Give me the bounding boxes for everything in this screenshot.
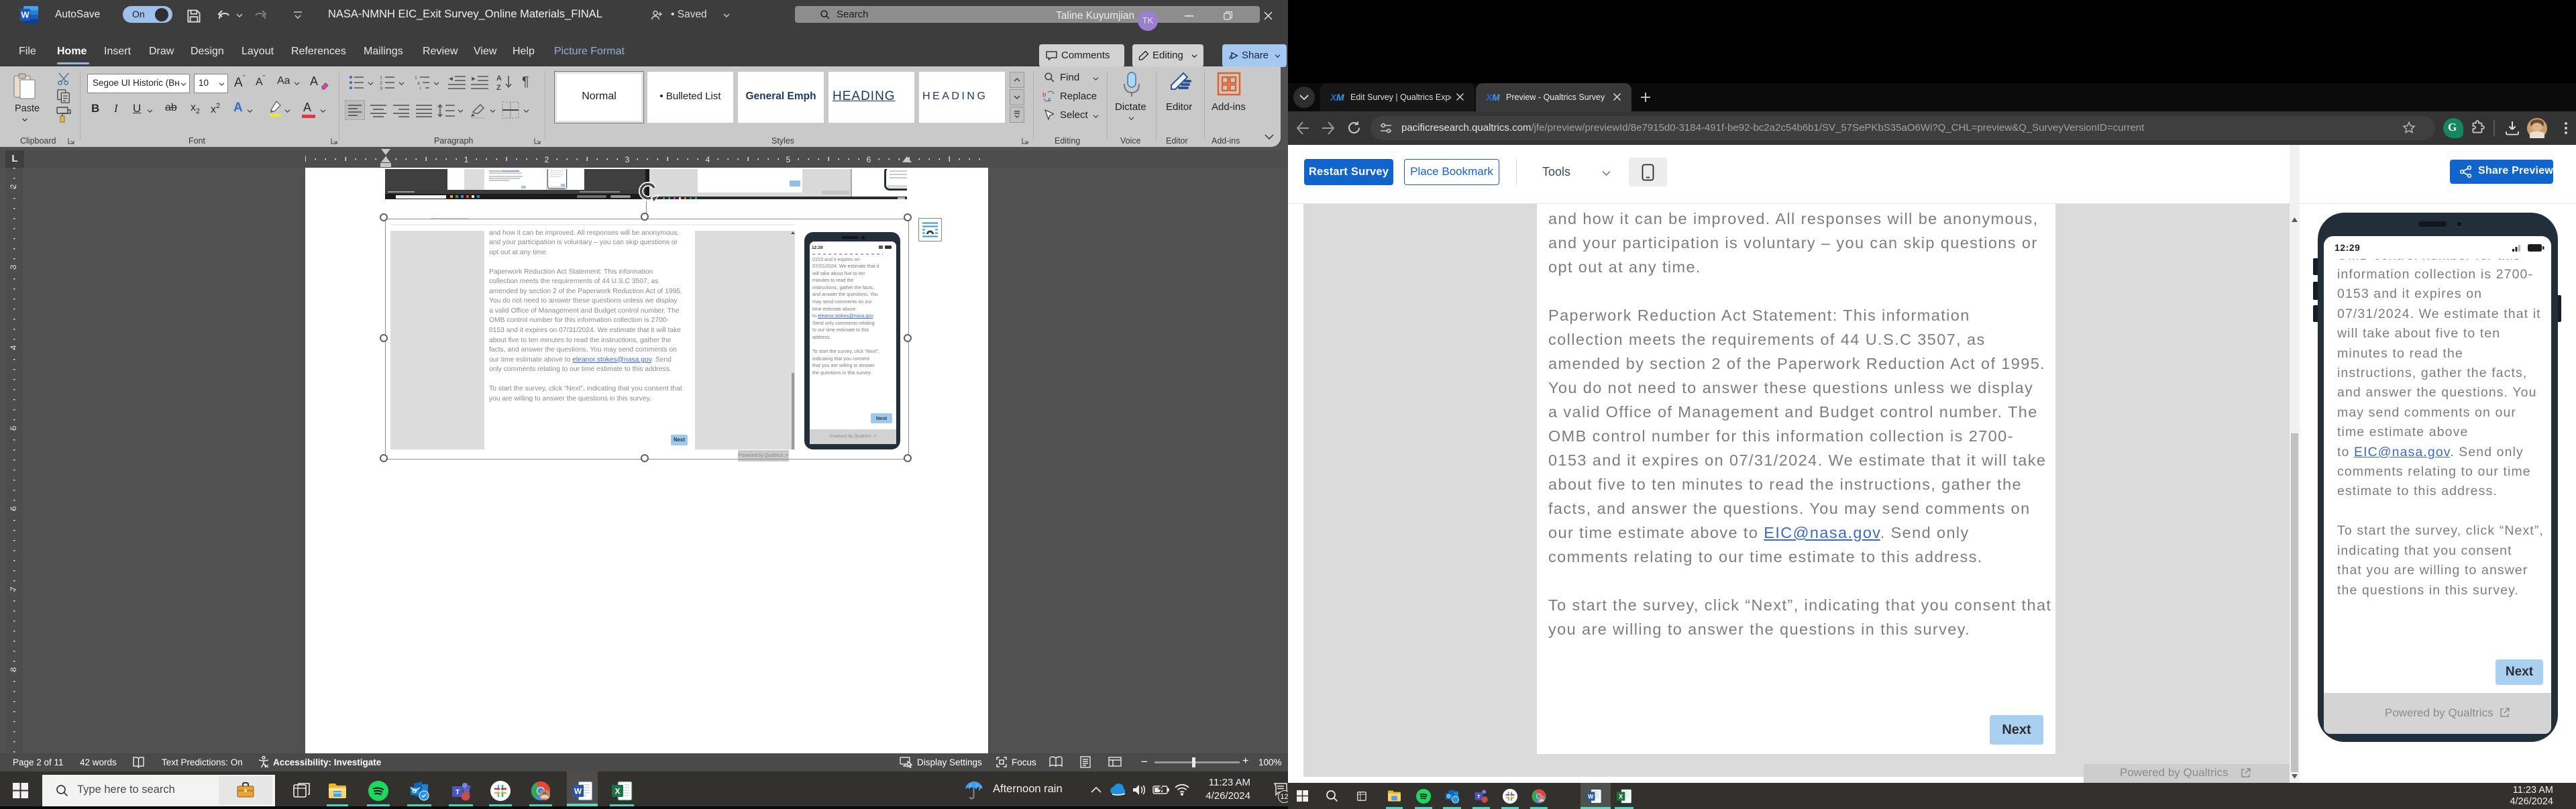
svg-text:2: 2 bbox=[9, 184, 18, 188]
svg-text:3: 3 bbox=[9, 264, 18, 269]
svg-text:3: 3 bbox=[625, 155, 630, 164]
svg-text:Z: Z bbox=[496, 84, 501, 91]
svg-text:2: 2 bbox=[545, 155, 549, 164]
svg-text:a: a bbox=[417, 81, 420, 86]
svg-text:b: b bbox=[1042, 91, 1046, 98]
svg-text:A: A bbox=[496, 74, 502, 83]
svg-text:O: O bbox=[1447, 794, 1450, 799]
svg-text:5: 5 bbox=[786, 155, 791, 164]
svg-text:6: 6 bbox=[867, 155, 871, 164]
svg-text:M: M bbox=[1336, 92, 1344, 103]
svg-text:X: X bbox=[1619, 793, 1623, 800]
svg-text:W: W bbox=[21, 10, 30, 20]
svg-text:X: X bbox=[614, 787, 620, 796]
svg-text:5: 5 bbox=[9, 425, 18, 430]
svg-text:6: 6 bbox=[9, 506, 18, 510]
svg-text:T: T bbox=[455, 789, 460, 796]
svg-text:3: 3 bbox=[380, 85, 382, 90]
svg-text:1: 1 bbox=[415, 76, 417, 80]
svg-text:M: M bbox=[1492, 92, 1500, 103]
svg-text:8: 8 bbox=[9, 667, 18, 671]
svg-text:i: i bbox=[420, 87, 421, 90]
svg-text:T: T bbox=[1477, 794, 1481, 800]
svg-text:4: 4 bbox=[706, 155, 710, 164]
svg-text:O: O bbox=[412, 788, 417, 794]
svg-text:7: 7 bbox=[9, 586, 18, 591]
svg-text:W: W bbox=[574, 787, 582, 796]
svg-text:4: 4 bbox=[9, 345, 18, 349]
svg-text:W: W bbox=[1588, 793, 1594, 800]
svg-text:1: 1 bbox=[464, 155, 469, 164]
